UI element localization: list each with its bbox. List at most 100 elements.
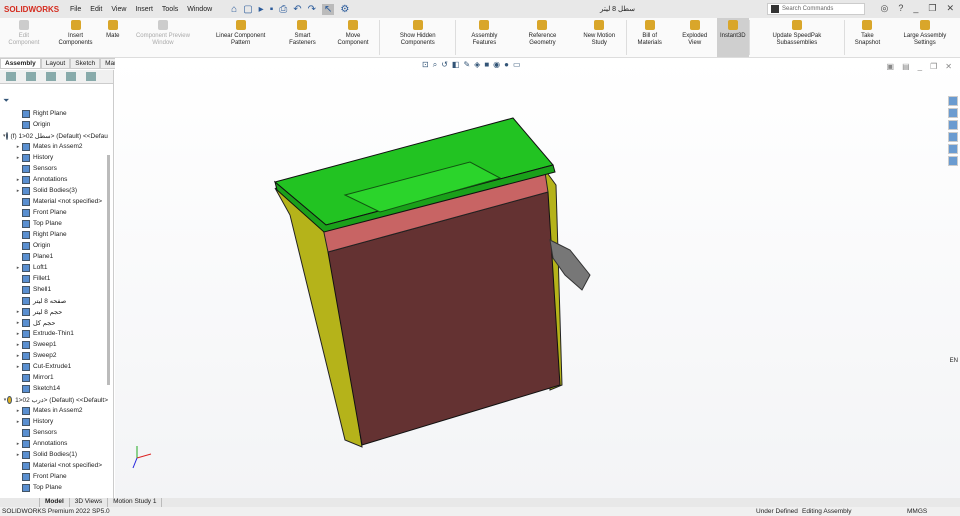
tree-item[interactable]: ▾(f) 1>02 سطل> (Default) <<Default> xyxy=(0,130,108,141)
tree-item[interactable]: ▸ History xyxy=(0,152,108,163)
section-view-icon[interactable]: ◧ xyxy=(452,60,460,70)
tree-item[interactable]: ▾ 1>02 درب> (Default) <<Default> xyxy=(0,394,108,405)
viewport-split-icon[interactable]: ▣ xyxy=(887,62,895,71)
menu-insert[interactable]: Insert xyxy=(135,6,153,13)
save-icon[interactable]: ▪ xyxy=(270,4,274,15)
design-library-icon[interactable] xyxy=(948,108,958,118)
ribbon-button[interactable]: Update SpeedPak Subassemblies xyxy=(750,18,845,57)
dynamic-annotation-icon[interactable]: ✎ xyxy=(463,60,470,70)
tree-item[interactable]: ▸ Mates in Assem2 xyxy=(0,405,108,416)
bottom-tab-motion-study-1[interactable]: Motion Study 1 xyxy=(108,498,163,507)
viewport-close[interactable]: ✕ xyxy=(945,62,952,71)
ribbon-button[interactable]: Bill of Materials xyxy=(627,18,673,57)
viewport-restore[interactable]: ❐ xyxy=(930,62,937,71)
menu-view[interactable]: View xyxy=(111,6,126,13)
menu-window[interactable]: Window xyxy=(187,6,212,13)
tab-assembly[interactable]: Assembly xyxy=(0,58,41,69)
feature-tree-tab-icon[interactable] xyxy=(6,72,16,81)
menu-tools[interactable]: Tools xyxy=(162,6,178,13)
expand-arrow-icon[interactable]: ▸ xyxy=(14,419,22,425)
resources-icon[interactable] xyxy=(948,96,958,106)
tree-item[interactable]: Right Plane xyxy=(0,229,108,240)
expand-arrow-icon[interactable]: ▸ xyxy=(14,177,22,183)
close-button[interactable]: ✕ xyxy=(946,3,954,14)
minimize-button[interactable]: _ xyxy=(913,3,918,14)
expand-arrow-icon[interactable]: ▸ xyxy=(14,353,22,359)
bottom-tab-3d-views[interactable]: 3D Views xyxy=(70,498,109,507)
tree-item[interactable]: Origin xyxy=(0,119,108,130)
tree-item[interactable]: Top Plane xyxy=(0,218,108,229)
ribbon-button[interactable]: Mate xyxy=(103,18,122,57)
ribbon-button[interactable]: New Motion Study xyxy=(573,18,626,57)
tree-item[interactable]: Origin xyxy=(0,240,108,251)
expand-arrow-icon[interactable]: ▸ xyxy=(14,188,22,194)
custom-properties-icon[interactable] xyxy=(948,156,958,166)
display-style-icon[interactable]: ■ xyxy=(484,60,489,70)
tab-scroll-arrows[interactable] xyxy=(0,498,40,507)
appearance-icon[interactable]: ● xyxy=(504,60,509,70)
expand-arrow-icon[interactable]: ▸ xyxy=(14,155,22,161)
tree-item[interactable]: ▸ Annotations xyxy=(0,438,108,449)
options-icon[interactable]: ⚙ xyxy=(340,4,349,15)
units-selector[interactable]: MMGS xyxy=(907,508,927,515)
view-palette-icon[interactable] xyxy=(948,132,958,142)
tree-item[interactable]: ▸ Mates in Assem2 xyxy=(0,141,108,152)
appearances-icon[interactable] xyxy=(948,144,958,154)
tree-item[interactable]: Sensors xyxy=(0,427,108,438)
tree-item[interactable]: Sensors xyxy=(0,163,108,174)
expand-arrow-icon[interactable]: ▸ xyxy=(14,364,22,370)
tree-item[interactable]: Right Plane xyxy=(0,108,108,119)
print-icon[interactable]: ⎙ xyxy=(279,4,287,15)
tree-item[interactable]: صفحه 8 لیتر xyxy=(0,295,108,306)
tree-item[interactable]: ▸ Loft1 xyxy=(0,262,108,273)
tree-item[interactable]: ▸ حجم 8 لیتر xyxy=(0,306,108,317)
tree-item[interactable]: Mirror1 xyxy=(0,372,108,383)
ribbon-button[interactable]: Assembly Features xyxy=(456,18,512,57)
tree-item[interactable]: ▸ Extrude-Thin1 xyxy=(0,328,108,339)
ribbon-button[interactable]: Exploded View xyxy=(672,18,717,57)
redo-icon[interactable]: ↷ xyxy=(308,4,316,15)
tree-scrollbar[interactable] xyxy=(107,155,110,385)
tree-item[interactable]: ▸ History xyxy=(0,416,108,427)
menu-edit[interactable]: Edit xyxy=(90,6,102,13)
tree-item[interactable]: ▸ Sweep2 xyxy=(0,350,108,361)
tree-item[interactable]: Material <not specified> xyxy=(0,460,108,471)
ribbon-button[interactable]: Reference Geometry xyxy=(512,18,572,57)
tree-item[interactable]: ▸ Annotations xyxy=(0,174,108,185)
ribbon-button[interactable]: Smart Fasteners xyxy=(278,18,327,57)
tree-item[interactable]: ▸ Solid Bodies(3) xyxy=(0,185,108,196)
tree-item[interactable]: Material <not specified> xyxy=(0,196,108,207)
hide-show-icon[interactable]: ◉ xyxy=(493,60,500,70)
ribbon-button[interactable]: Linear Component Pattern xyxy=(203,18,277,57)
tree-item[interactable]: ▸ Sweep1 xyxy=(0,339,108,350)
view-orientation-icon[interactable]: ◈ xyxy=(474,60,480,70)
expand-arrow-icon[interactable]: ▸ xyxy=(14,342,22,348)
appearance-tab-icon[interactable] xyxy=(86,72,96,81)
ribbon-button[interactable]: Insert Components xyxy=(48,18,103,57)
tree-item[interactable]: Front Plane xyxy=(0,207,108,218)
ribbon-button[interactable]: Take Snapshot xyxy=(845,18,890,57)
open-icon[interactable]: ▸ xyxy=(259,4,264,15)
previous-view-icon[interactable]: ↺ xyxy=(441,60,448,70)
menu-file[interactable]: File xyxy=(70,6,81,13)
tree-item[interactable]: Fillet1 xyxy=(0,273,108,284)
expand-arrow-icon[interactable]: ▸ xyxy=(14,144,22,150)
search-commands-input[interactable]: Search Commands xyxy=(767,3,865,15)
expand-arrow-icon[interactable]: ▸ xyxy=(14,408,22,414)
tree-item[interactable]: Front Plane xyxy=(0,471,108,482)
ribbon-button[interactable]: Move Component xyxy=(327,18,379,57)
tree-item[interactable]: ▸ Solid Bodies(1) xyxy=(0,449,108,460)
config-tab-icon[interactable] xyxy=(46,72,56,81)
ribbon-button[interactable]: Instant3D xyxy=(716,18,749,57)
property-tab-icon[interactable] xyxy=(26,72,36,81)
expand-arrow-icon[interactable]: ▸ xyxy=(14,331,22,337)
undo-icon[interactable]: ↶ xyxy=(293,4,301,15)
graphics-viewport[interactable]: EN ▣ ▤ _ ❐ ✕ xyxy=(115,58,960,498)
tab-sketch[interactable]: Sketch xyxy=(70,58,101,69)
file-explorer-icon[interactable] xyxy=(948,120,958,130)
expand-arrow-icon[interactable]: ▸ xyxy=(14,452,22,458)
restore-button[interactable]: ❐ xyxy=(928,3,936,14)
home-icon[interactable]: ⌂ xyxy=(231,4,237,15)
tree-item[interactable]: Top Plane xyxy=(0,482,108,493)
scene-icon[interactable]: ▭ xyxy=(513,60,521,70)
